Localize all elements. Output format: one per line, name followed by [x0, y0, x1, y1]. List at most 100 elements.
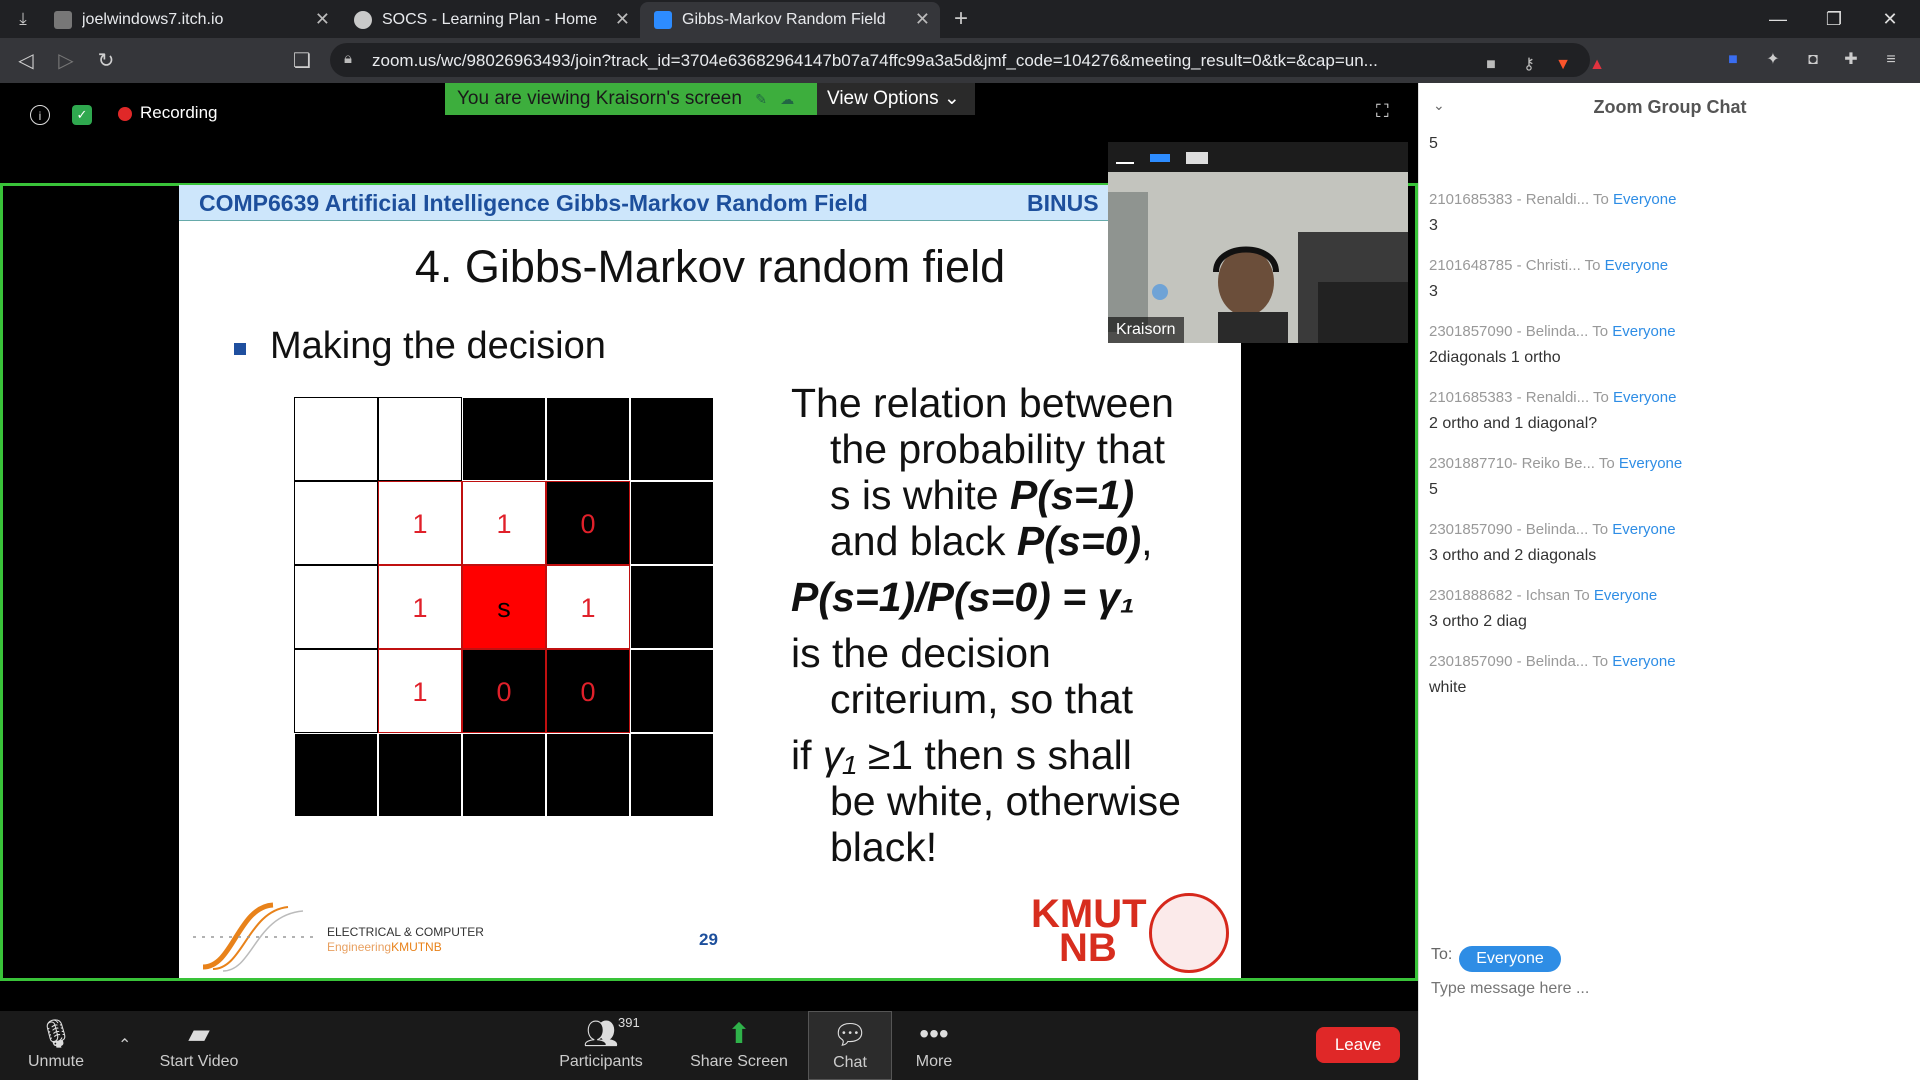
chat-message-meta: 2101685383 - Renaldi... To Everyone	[1429, 191, 1909, 213]
share-screen-label: Share Screen	[690, 1053, 788, 1070]
grid-cell	[294, 481, 378, 565]
browser-tab-bar: ⤓ joelwindows7.itch.io ✕ SOCS - Learning…	[0, 0, 1920, 38]
grid-cell: 0	[546, 649, 630, 733]
relation-formula: P(s=1)	[1010, 472, 1135, 518]
tab-title: Gibbs-Markov Random Field	[682, 11, 886, 28]
extension-dark-icon[interactable]: ✦	[1762, 49, 1784, 71]
slide-course-title: COMP6639 Artificial Intelligence Gibbs-M…	[199, 190, 868, 216]
speaker-view-icon[interactable]	[1150, 154, 1170, 162]
chat-button[interactable]: 💬︎ Chat	[808, 1011, 892, 1080]
grid-cell	[630, 649, 714, 733]
grid-cell	[630, 565, 714, 649]
grid-cell	[294, 733, 378, 817]
gamma-symbol: γ₁	[822, 732, 857, 778]
extensions-puzzle-icon[interactable]: ✚	[1840, 49, 1862, 71]
chat-target[interactable]: Everyone	[1613, 191, 1676, 208]
tab-itch[interactable]: joelwindows7.itch.io ✕	[40, 2, 340, 38]
itch-favicon-icon	[54, 11, 72, 29]
fullscreen-icon[interactable]: ⛶	[1376, 101, 1398, 123]
close-window-icon[interactable]: ✕	[1870, 6, 1910, 32]
brave-shield-icon[interactable]: ▼	[1552, 54, 1574, 76]
chat-sender: 2101648785 - Christi...	[1429, 257, 1585, 274]
participant-video-tile[interactable]: Kraisorn	[1108, 142, 1408, 343]
close-tab-icon[interactable]: ✕	[915, 9, 930, 30]
chat-recipient-select[interactable]: Everyone	[1459, 946, 1561, 972]
chat-message-text: 5	[1429, 481, 1438, 498]
chat-message-text: 3 ortho 2 diag	[1429, 613, 1527, 630]
grid-cell	[546, 733, 630, 817]
view-options-button[interactable]: View Options ⌄	[817, 83, 975, 115]
chat-target[interactable]: Everyone	[1594, 587, 1657, 604]
minimize-video-icon[interactable]	[1116, 154, 1134, 164]
chat-target[interactable]: Everyone	[1612, 653, 1675, 670]
relation-line: the probability that	[830, 426, 1166, 472]
extension-tag-icon[interactable]: ◘	[1802, 49, 1824, 71]
audio-options-caret-icon[interactable]: ⌃	[118, 1035, 131, 1055]
chat-to: To	[1592, 323, 1613, 340]
chat-message-meta: 2301857090 - Belinda... To Everyone	[1429, 653, 1909, 675]
chat-message-input[interactable]	[1431, 976, 1901, 1002]
tab-title: joelwindows7.itch.io	[82, 11, 224, 28]
mic-muted-icon: ✎	[755, 91, 767, 107]
extension-shield-icon[interactable]: ■	[1722, 49, 1744, 71]
socs-favicon-icon	[354, 11, 372, 29]
relation-line: and black P(s=0),	[791, 518, 1231, 564]
back-icon[interactable]: ◁	[14, 49, 38, 73]
close-tab-icon[interactable]: ✕	[315, 9, 330, 30]
reload-icon[interactable]: ↻	[94, 49, 118, 73]
zoom-favicon-icon	[654, 11, 672, 29]
more-button[interactable]: ••• More	[906, 1011, 962, 1080]
forward-icon[interactable]: ▷	[54, 49, 78, 73]
meeting-info-icon[interactable]: i	[30, 105, 50, 125]
chat-to: To	[1593, 389, 1614, 406]
kmutnb-logo-line: NB	[1059, 926, 1117, 970]
chat-message-list[interactable]: 5 2101685383 - Renaldi... To Everyone 3 21…	[1429, 131, 1909, 719]
menu-icon[interactable]: ≡	[1880, 49, 1902, 71]
gallery-view-icon[interactable]	[1186, 152, 1208, 164]
new-tab-icon[interactable]: +	[950, 7, 972, 31]
restore-icon[interactable]: ❐	[1814, 6, 1854, 32]
chat-to: To	[1573, 587, 1594, 604]
security-shield-icon[interactable]: ✓	[72, 105, 92, 125]
tab-socs[interactable]: SOCS - Learning Plan - Home ✕	[340, 2, 640, 38]
relation-formula: P(s=0)	[1016, 518, 1142, 564]
share-screen-button[interactable]: ⬆ Share Screen	[690, 1011, 788, 1080]
chat-sender: 2101685383 - Renaldi...	[1429, 191, 1594, 208]
start-video-button[interactable]: ▰ Start Video	[158, 1011, 240, 1080]
chat-target[interactable]: Everyone	[1605, 257, 1668, 274]
url-field[interactable]: 🔒︎ zoom.us/wc/98026963493/join?track_id=…	[330, 43, 1605, 77]
chat-icon: 💬︎	[832, 1019, 868, 1050]
grid-cell	[462, 397, 546, 481]
chat-message-text: 3	[1429, 217, 1438, 234]
recording-label: Recording	[140, 103, 218, 122]
leave-button[interactable]: Leave	[1316, 1027, 1400, 1063]
camera-icon[interactable]: ■	[1480, 54, 1502, 76]
chat-target[interactable]: Everyone	[1619, 455, 1682, 472]
unmute-button[interactable]: 🎙︎ Unmute	[20, 1011, 92, 1080]
slide-header: COMP6639 Artificial Intelligence Gibbs-M…	[179, 185, 1241, 221]
chat-target[interactable]: Everyone	[1612, 323, 1675, 340]
key-icon[interactable]: ⚷	[1518, 54, 1540, 76]
pixel-grid: 1101s1100	[294, 397, 714, 817]
relation-line: is the decision	[791, 630, 1051, 676]
close-tab-icon[interactable]: ✕	[615, 9, 630, 30]
minimize-icon[interactable]: —	[1758, 6, 1798, 32]
browser-address-bar: ◁ ▷ ↻ ❏ 🔒︎ zoom.us/wc/98026963493/join?t…	[0, 38, 1920, 83]
relation-text: ≥1 then s shall	[856, 732, 1132, 778]
chat-sender: 2101685383 - Renaldi...	[1429, 389, 1594, 406]
relation-line: s is white P(s=1)	[791, 472, 1231, 518]
tab-zoom[interactable]: Gibbs-Markov Random Field ✕	[640, 2, 940, 38]
bookmark-icon[interactable]: ❏	[290, 49, 314, 73]
chat-target[interactable]: Everyone	[1612, 521, 1675, 538]
grid-cell	[294, 565, 378, 649]
chat-to-label: To:	[1431, 946, 1453, 963]
grid-cell	[630, 481, 714, 565]
viewing-banner: You are viewing Kraisorn's screen ✎ ☁	[445, 83, 817, 115]
chat-message-text: 2 ortho and 1 diagonal?	[1429, 415, 1598, 432]
chat-target[interactable]: Everyone	[1613, 389, 1676, 406]
downloads-icon[interactable]: ⤓	[12, 8, 34, 30]
video-tile-bar	[1108, 142, 1408, 172]
department-kmutnb: KMUTNB	[391, 940, 442, 954]
chat-to: To	[1584, 257, 1605, 274]
brave-rewards-icon[interactable]: ▲	[1586, 54, 1608, 76]
